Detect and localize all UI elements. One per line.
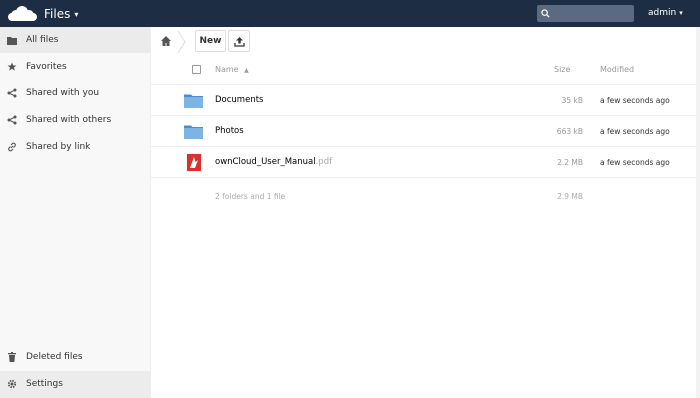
- summary-text: 2 folders and 1 file: [215, 192, 286, 201]
- file-modified: a few seconds ago: [600, 127, 670, 136]
- sidebar-item-all-files[interactable]: All files: [0, 27, 150, 53]
- user-menu-button[interactable]: admin ▾: [648, 8, 683, 18]
- sidebar-item-label: Settings: [26, 379, 63, 389]
- file-modified: a few seconds ago: [600, 158, 670, 167]
- file-name[interactable]: Photos: [215, 126, 244, 136]
- folder-icon: [184, 94, 203, 108]
- sidebar-item-deleted-files[interactable]: Deleted files: [0, 344, 150, 370]
- table-row[interactable]: ownCloud_User_Manual.pdf 2.2 MB a few se…: [151, 147, 700, 178]
- app-menu-button[interactable]: Files ▾: [44, 5, 78, 23]
- file-size: 2.2 MB: [557, 158, 583, 167]
- file-extension: .pdf: [315, 157, 333, 167]
- sidebar-item-label: Shared with you: [26, 88, 100, 98]
- star-icon: [7, 62, 17, 72]
- share-icon: [7, 115, 17, 125]
- home-icon[interactable]: [160, 35, 172, 47]
- sidebar-item-label: All files: [26, 35, 59, 45]
- file-list-header: Name ▲ Size Modified: [151, 56, 700, 85]
- summary-size: 2.9 MB: [557, 192, 583, 201]
- controls-bar: New: [151, 27, 700, 56]
- modified-column-header[interactable]: Modified: [600, 65, 634, 74]
- new-button[interactable]: New: [195, 30, 226, 52]
- username: admin: [648, 8, 677, 18]
- sidebar-item-shared-with-others[interactable]: Shared with others: [0, 107, 150, 133]
- file-modified: a few seconds ago: [600, 96, 670, 105]
- trash-icon: [7, 352, 17, 362]
- top-header: Files ▾ admin ▾: [0, 0, 700, 27]
- folder-icon: [7, 35, 17, 45]
- table-row[interactable]: Photos 663 kB a few seconds ago: [151, 116, 700, 147]
- column-label: Name: [215, 65, 239, 74]
- file-size: 35 kB: [561, 96, 583, 105]
- sidebar-item-shared-with-you[interactable]: Shared with you: [0, 80, 150, 106]
- sidebar-item-label: Favorites: [26, 62, 67, 72]
- owncloud-logo-icon[interactable]: [7, 6, 37, 22]
- chevron-down-icon: ▾: [679, 9, 683, 17]
- search-input[interactable]: [537, 5, 634, 22]
- search-icon: [541, 9, 550, 18]
- upload-icon: [233, 36, 245, 47]
- sidebar-item-settings[interactable]: Settings: [0, 371, 150, 397]
- pdf-icon: [186, 153, 202, 172]
- table-row[interactable]: Documents 35 kB a few seconds ago: [151, 85, 700, 116]
- gear-icon: [7, 379, 17, 389]
- sidebar-item-label: Shared by link: [26, 142, 91, 152]
- app-title: Files: [44, 7, 71, 21]
- sidebar-item-favorites[interactable]: Favorites: [0, 54, 150, 80]
- scrollbar[interactable]: [696, 27, 700, 398]
- link-icon: [7, 142, 17, 152]
- sidebar-item-label: Deleted files: [26, 352, 83, 362]
- sort-asc-icon: ▲: [244, 67, 249, 74]
- file-list-summary: 2 folders and 1 file 2.9 MB: [151, 178, 700, 216]
- sidebar: All files Favorites Shared with you Shar…: [0, 27, 151, 398]
- file-name[interactable]: ownCloud_User_Manual.pdf: [215, 157, 332, 167]
- file-name[interactable]: Documents: [215, 95, 263, 105]
- size-column-header[interactable]: Size: [554, 65, 570, 74]
- sidebar-item-label: Shared with others: [26, 115, 112, 125]
- share-icon: [7, 88, 17, 98]
- upload-button[interactable]: [228, 30, 250, 52]
- select-all-checkbox[interactable]: [192, 65, 201, 74]
- sidebar-item-shared-by-link[interactable]: Shared by link: [0, 134, 150, 160]
- file-basename: ownCloud_User_Manual: [215, 157, 316, 167]
- folder-icon: [184, 125, 203, 139]
- chevron-down-icon: ▾: [74, 9, 79, 19]
- name-column-header[interactable]: Name ▲: [215, 65, 249, 74]
- breadcrumb-separator: [177, 30, 186, 54]
- file-size: 663 kB: [556, 127, 583, 136]
